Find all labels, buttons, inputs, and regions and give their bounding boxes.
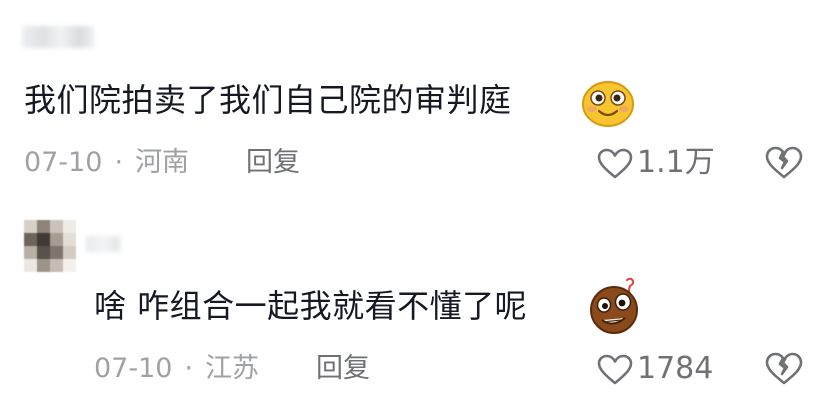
comment-text: 啥 咋组合一起我就看不懂了呢 [94,286,527,326]
like-button[interactable] [597,148,633,184]
smiling-face-emoji [580,78,636,128]
dislike-button[interactable] [765,352,803,390]
confused-face-emoji [587,276,641,334]
username-blurred[interactable] [86,236,120,252]
dislike-button[interactable] [765,146,803,184]
meta-separator: · [184,353,194,384]
username-blurred[interactable] [22,26,94,48]
like-count: 1.1万 [637,145,715,180]
broken-heart-icon [765,352,803,385]
like-button[interactable] [597,354,633,390]
comment-meta: 07-10 · 河南 [24,146,189,180]
comment-date: 07-10 [94,353,173,384]
broken-heart-icon [765,146,803,179]
meta-separator: · [114,147,124,178]
reply-button[interactable]: 回复 [246,146,300,180]
comment-text: 我们院拍卖了我们自己院的审判庭 [24,80,512,120]
comment-text-content: 啥 咋组合一起我就看不懂了呢 [94,287,528,325]
avatar[interactable] [24,220,76,272]
comment-meta: 07-10 · 江苏 [94,352,259,386]
comment-text-content: 我们院拍卖了我们自己院的审判庭 [24,81,512,119]
like-count: 1784 [637,351,714,386]
comment-location: 江苏 [205,353,260,384]
comment-date: 07-10 [24,147,103,178]
comment-location: 河南 [135,147,190,178]
heart-icon [597,148,633,179]
reply-button[interactable]: 回复 [316,352,370,386]
heart-icon [597,354,633,385]
